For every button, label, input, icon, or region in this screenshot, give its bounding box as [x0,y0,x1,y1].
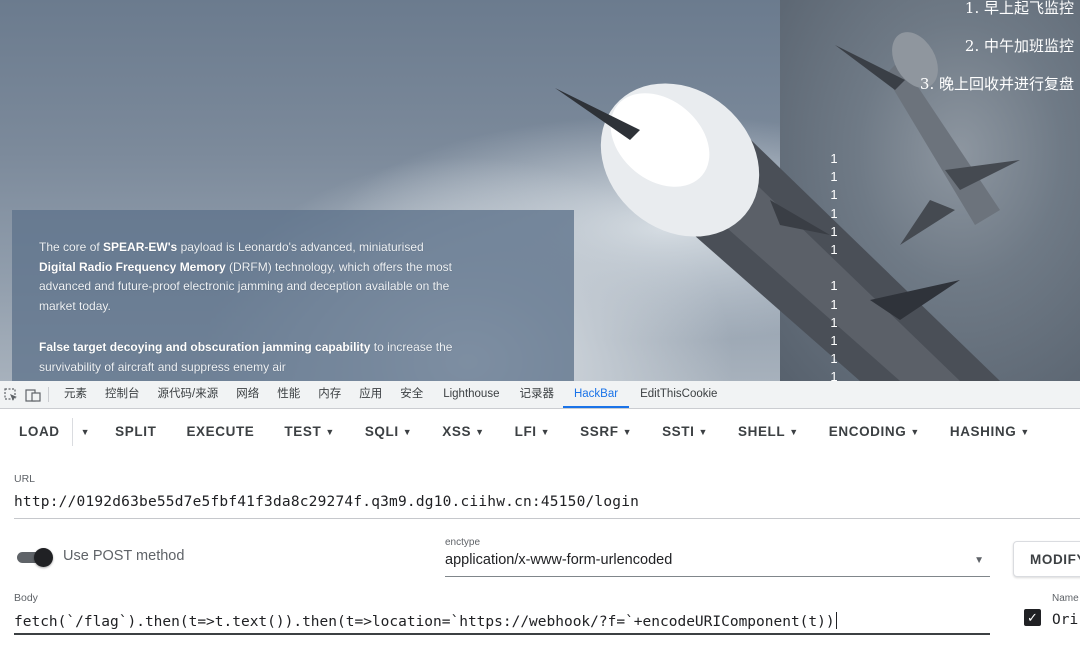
chevron-down-icon: ▼ [475,427,485,437]
chevron-down-icon: ▼ [698,427,708,437]
text-line: 1 [830,187,838,203]
bold-text: Digital Radio Frequency Memory [39,259,226,274]
info-paragraph-2: False target decoying and obscuration ja… [39,338,459,377]
chevron-down-icon: ▼ [1020,427,1030,437]
text-line: 1 [830,333,838,349]
chevron-down-icon: ▼ [325,427,335,437]
url-label: URL [14,473,36,485]
url-input[interactable]: http://0192d63be55d7e5fbf41f3da8c29274f.… [14,494,639,510]
chevron-down-icon: ▼ [789,427,799,437]
web-page-viewport: The core of SPEAR-EW's payload is Leonar… [0,0,1080,381]
text-line: 1 [830,151,838,166]
lfi-button[interactable]: LFI ▼ [500,409,566,455]
name-checkbox[interactable]: ✓ [1024,609,1041,626]
text-line: 1 [830,169,838,185]
tab-lighthouse[interactable]: Lighthouse [432,381,510,408]
load-button[interactable]: LOAD [0,409,72,455]
hackbar-toolbar: LOAD ▼ SPLIT EXECUTE TEST ▼ SQLI ▼ XSS ▼ LFI ▼ SSR… [0,409,1080,455]
shell-button[interactable]: SHELL ▼ [723,409,814,455]
text-line: 1 [830,314,838,330]
ssrf-button[interactable]: SSRF ▼ [565,409,647,455]
text-line: 1 [830,296,838,312]
chevron-down-icon: ▼ [540,427,551,437]
execute-button[interactable]: EXECUTE [171,409,269,455]
button-label: LFI [514,424,537,439]
load-dropdown-icon[interactable]: ▼ [71,418,101,446]
enctype-label: enctype [445,537,481,548]
sqli-button[interactable]: SQLI ▼ [350,409,427,455]
chevron-down-icon: ▼ [910,427,920,437]
split-button[interactable]: SPLIT [100,409,171,455]
button-label: XSS [442,424,472,439]
name-label: Name [1052,593,1079,604]
toolbar-buttons: SPLIT EXECUTE TEST ▼ SQLI ▼ XSS ▼ LFI ▼ SSRF ▼ SSTI ▼… [100,409,1045,455]
bold-text: SPEAR-EW's [103,240,178,254]
text-line: 1 [830,242,838,258]
text-line: 1 [830,369,838,381]
body-text: fetch(`/flag`).then(t=>t.text()).then(t=… [14,614,835,630]
button-label: ENCODING [828,424,907,439]
text-segment: payload is Leonardo's advanced, miniatur… [177,240,424,254]
ones-column: 1 1 1 1 1 1 1 1 1 1 1 1 [829,150,839,381]
text-line: 1 [830,278,838,294]
schedule-list-item: 3. 晚上回收并进行复盘 [919,75,1074,93]
xss-button[interactable]: XSS ▼ [427,409,499,455]
tab-separator [48,387,49,402]
info-panel: The core of SPEAR-EW's payload is Leonar… [12,210,574,381]
body-underline [14,633,990,635]
hashing-button[interactable]: HASHING ▼ [935,409,1045,455]
tab-network[interactable]: 网络 [227,381,268,408]
schedule-list-item: 1. 早上起飞监控 [964,0,1074,17]
body-input[interactable]: fetch(`/flag`).then(t=>t.text()).then(t=… [14,612,837,630]
text-cursor [835,612,837,629]
test-button[interactable]: TEST ▼ [269,409,349,455]
schedule-list-item: 2. 中午加班监控 [964,37,1074,55]
device-toggle-icon[interactable] [22,381,44,408]
button-label: SSTI [662,424,695,439]
text-line: 1 [830,223,838,239]
name-input[interactable]: Ori [1052,612,1078,628]
button-label: TEST [284,424,322,439]
button-label: HASHING [949,424,1017,439]
tab-console[interactable]: 控制台 [96,381,149,408]
chevron-down-icon: ▼ [974,555,984,566]
inspect-icon[interactable] [0,381,22,408]
post-method-label: Use POST method [63,548,185,564]
tab-performance[interactable]: 性能 [268,381,309,408]
tab-memory[interactable]: 内存 [309,381,350,408]
button-label: SPLIT [115,424,157,439]
post-method-toggle[interactable] [17,548,53,567]
text-segment: The core of [39,240,104,254]
enctype-value: application/x-www-form-urlencoded [445,552,673,568]
modify-button[interactable]: MODIFY [1013,541,1080,577]
tab-hackbar[interactable]: HackBar [562,381,630,408]
tab-editthiscookie[interactable]: EditThisCookie [629,381,728,408]
encoding-button[interactable]: ENCODING ▼ [814,409,935,455]
button-label: SHELL [738,424,786,439]
url-underline [14,518,1080,519]
devtools-tab-bar: 元素 控制台 源代码/来源 网络 性能 内存 应用 安全 Lighthouse 记录器 HackBa… [0,381,1080,409]
button-label: SQLI [364,424,399,439]
chevron-down-icon: ▼ [402,427,413,437]
toggle-thumb [34,548,53,567]
tab-sources[interactable]: 源代码/来源 [149,381,228,408]
enctype-underline [445,576,990,577]
devtools-tabs-list: 元素 控制台 源代码/来源 网络 性能 内存 应用 安全 Lighthouse 记录器 HackBa… [55,381,728,408]
tab-elements[interactable]: 元素 [55,381,96,408]
button-label: EXECUTE [186,424,255,439]
tab-application[interactable]: 应用 [350,381,391,408]
bold-text: False target decoying and obscuration ja… [39,340,371,354]
body-label: Body [14,592,38,604]
enctype-select[interactable]: application/x-www-form-urlencoded ▼ [445,552,990,574]
button-label: SSRF [580,424,619,439]
chevron-down-icon: ▼ [622,427,633,437]
text-line: 1 [830,351,838,367]
tab-security[interactable]: 安全 [391,381,432,408]
schedule-list: 1. 早上起飞监控 2. 中午加班监控 3. 晚上回收并进行复盘 [920,0,1074,114]
tab-recorder[interactable]: 记录器 [510,381,563,408]
info-paragraph-1: The core of SPEAR-EW's payload is Leonar… [39,238,459,316]
text-line: 1 [830,205,838,221]
ssti-button[interactable]: SSTI ▼ [647,409,723,455]
